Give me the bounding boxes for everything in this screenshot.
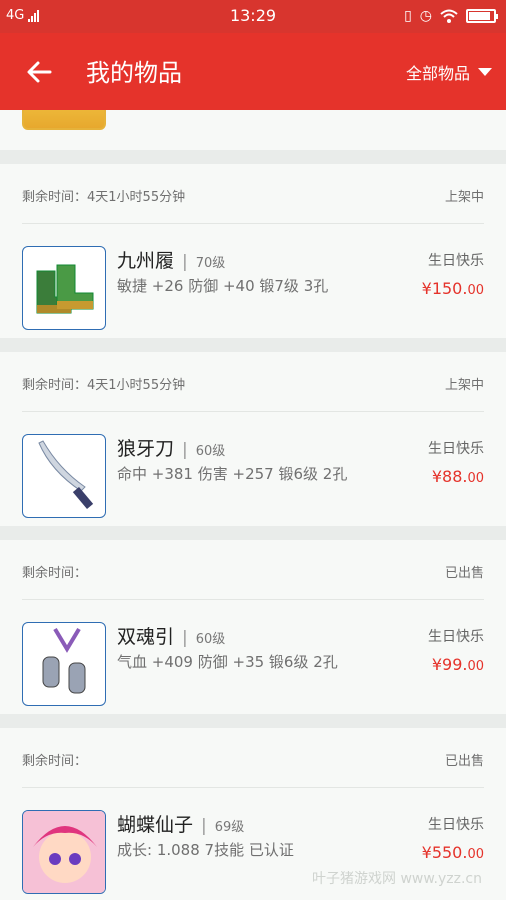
divider: |	[182, 252, 188, 272]
item-title: 蝴蝶仙子 | 69级	[117, 810, 244, 837]
listing-status: 已出售	[444, 566, 484, 581]
divider: |	[182, 628, 188, 648]
battery-icon	[466, 9, 498, 23]
divider: |	[182, 440, 188, 460]
seller-name: 生日快乐	[428, 817, 484, 833]
filter-label: 全部物品	[405, 64, 470, 83]
price-cents: 00	[467, 659, 484, 674]
item-level: 70级	[195, 256, 226, 271]
item-name: 九州履	[117, 250, 175, 272]
item-stats: 成长: 1.088 7技能 已认证	[117, 841, 294, 859]
item-stats: 敏捷 +26 防御 +40 锻7级 3孔	[117, 277, 329, 295]
fairy-avatar-icon	[22, 810, 106, 894]
item-name: 蝴蝶仙子	[117, 814, 194, 836]
seller-name: 生日快乐	[428, 441, 484, 457]
item-level: 60级	[195, 632, 226, 647]
page-title: 我的物品	[86, 59, 182, 87]
item-card[interactable]: 剩余时间：4天1小时55分钟 上架中 狼牙刀 | 60级 命中 +381 伤害 …	[0, 352, 506, 526]
remaining-time: 剩余时间：	[22, 566, 88, 581]
item-name: 双魂引	[117, 626, 175, 648]
card-header: 剩余时间： 已出售	[22, 540, 484, 600]
pendant-icon	[22, 622, 106, 706]
price-cents: 00	[467, 847, 484, 862]
price-cents: 00	[467, 471, 484, 486]
item-stats: 命中 +381 伤害 +257 锻6级 2孔	[117, 465, 348, 483]
item-price: ¥99.00	[432, 655, 484, 674]
item-list: 剩余时间：4天1小时55分钟 上架中 九州履 | 70级 敏捷 +26 防御 +…	[0, 110, 506, 900]
item-card[interactable]: 剩余时间： 已出售 双魂引 | 60级 气血 +409 防御 +35 锻6级 2…	[0, 540, 506, 714]
app-bar: 我的物品 全部物品	[0, 33, 506, 110]
item-price: ¥88.00	[432, 467, 484, 486]
card-header: 剩余时间：4天1小时55分钟 上架中	[22, 164, 484, 224]
card-header: 剩余时间： 已出售	[22, 728, 484, 788]
seller-name: 生日快乐	[428, 253, 484, 269]
wifi-icon	[440, 9, 458, 23]
card-header: 剩余时间：4天1小时55分钟 上架中	[22, 352, 484, 412]
price-main: ¥99.	[431, 655, 468, 674]
remaining-time: 剩余时间：4天1小时55分钟	[22, 378, 186, 393]
item-card[interactable]: 剩余时间：4天1小时55分钟 上架中 九州履 | 70级 敏捷 +26 防御 +…	[0, 164, 506, 338]
caret-down-icon	[478, 68, 492, 76]
price-main: ¥88.	[431, 467, 468, 486]
item-level: 60级	[195, 444, 226, 459]
item-price: ¥150.00	[422, 279, 484, 298]
remaining-time: 剩余时间：	[22, 754, 88, 769]
watermark: 叶子猪游戏网 www.yzz.cn	[312, 871, 482, 887]
status-icons: ▯ ◷	[404, 8, 498, 24]
boots-icon	[22, 246, 106, 330]
vibrate-icon: ▯	[404, 8, 412, 24]
listing-status: 已出售	[444, 754, 484, 769]
seller-name: 生日快乐	[428, 629, 484, 645]
price-main: ¥150.	[421, 279, 468, 298]
listing-status: 上架中	[444, 190, 484, 205]
item-title: 双魂引 | 60级	[117, 622, 225, 649]
status-bar: 4G 13:29 ▯ ◷	[0, 0, 506, 33]
partial-avatar	[22, 110, 106, 130]
item-title: 九州履 | 70级	[117, 246, 225, 273]
price-main: ¥550.	[421, 843, 468, 862]
remaining-time: 剩余时间：4天1小时55分钟	[22, 190, 186, 205]
back-arrow-icon[interactable]	[22, 55, 56, 89]
item-level: 69级	[214, 820, 245, 835]
price-cents: 00	[467, 283, 484, 298]
item-name: 狼牙刀	[117, 438, 175, 460]
item-stats: 气血 +409 防御 +35 锻6级 2孔	[117, 653, 338, 671]
blade-icon	[22, 434, 106, 518]
item-title: 狼牙刀 | 60级	[117, 434, 225, 461]
divider: |	[201, 816, 207, 836]
filter-dropdown[interactable]: 全部物品	[406, 60, 492, 84]
previous-item-stub	[0, 110, 506, 150]
listing-status: 上架中	[444, 378, 484, 393]
alarm-icon: ◷	[419, 8, 432, 24]
item-price: ¥550.00	[422, 843, 484, 862]
